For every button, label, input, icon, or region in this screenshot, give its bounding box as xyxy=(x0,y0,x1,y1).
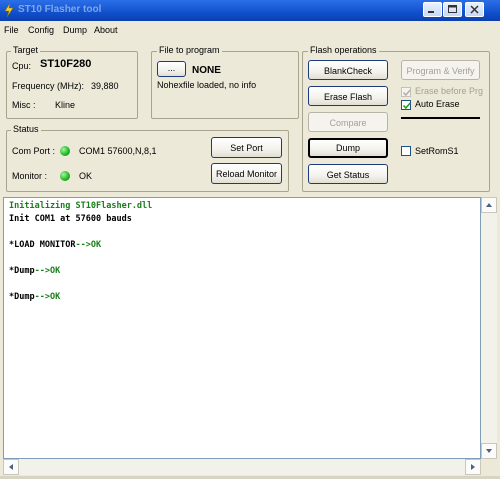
com-port-label: Com Port : xyxy=(12,146,56,156)
monitor-label: Monitor : xyxy=(12,171,48,181)
file-to-program-label: File to program xyxy=(157,45,222,55)
divider xyxy=(401,117,480,119)
checkmark-icon xyxy=(402,102,411,110)
erase-before-prg-label: Erase before Prg xyxy=(415,86,484,96)
auto-erase-label: Auto Erase xyxy=(415,99,460,109)
minimize-button[interactable] xyxy=(423,2,442,17)
status-group-label: Status xyxy=(11,124,41,134)
erase-before-prg-checkbox[interactable] xyxy=(401,87,411,97)
menu-config[interactable]: Config xyxy=(28,25,54,35)
arrow-down-icon xyxy=(486,449,492,453)
arrow-left-icon xyxy=(9,464,13,470)
reload-monitor-button[interactable]: Reload Monitor xyxy=(211,163,282,184)
target-group-label: Target xyxy=(11,45,41,55)
arrow-up-icon xyxy=(486,203,492,207)
blank-check-button[interactable]: BlankCheck xyxy=(308,60,388,80)
maximize-icon xyxy=(448,5,457,13)
window-title: ST10 Flasher tool xyxy=(18,4,102,15)
log-text: *Dump xyxy=(9,266,35,276)
minimize-icon xyxy=(428,11,434,13)
frequency-value: 39,880 xyxy=(91,81,119,91)
misc-value: Kline xyxy=(55,100,76,110)
get-status-button[interactable]: Get Status xyxy=(308,164,388,184)
file-name: NONE xyxy=(192,65,221,76)
set-rom-s1-checkbox[interactable] xyxy=(401,146,411,156)
app-icon xyxy=(4,3,14,17)
com-port-value: COM1 57600,N,8,1 xyxy=(79,146,157,156)
menu-dump[interactable]: Dump xyxy=(63,25,87,35)
close-button[interactable] xyxy=(465,2,484,17)
log-text: -->OK xyxy=(75,240,102,250)
title-bar[interactable]: ST10 Flasher tool xyxy=(0,0,500,21)
log-line: Initializing ST10Flasher.dll xyxy=(9,201,152,211)
compare-button[interactable]: Compare xyxy=(308,112,388,132)
log-text: *LOAD MONITOR xyxy=(9,240,76,250)
checkmark-icon xyxy=(402,89,411,97)
file-info: Nohexfile loaded, no info xyxy=(157,80,257,90)
com-port-status-led xyxy=(60,146,70,156)
log-text: Initializing ST10Flasher.dll xyxy=(9,201,153,211)
log-output[interactable]: Initializing ST10Flasher.dll Init COM1 a… xyxy=(3,197,481,459)
scroll-left-button[interactable] xyxy=(3,459,19,475)
cpu-value: ST10F280 xyxy=(40,58,92,70)
browse-file-button[interactable]: ... xyxy=(157,61,186,77)
scroll-up-button[interactable] xyxy=(481,197,497,213)
log-text: -->OK xyxy=(34,292,61,302)
dump-button[interactable]: Dump xyxy=(308,138,388,158)
menu-about[interactable]: About xyxy=(94,25,118,35)
program-verify-button[interactable]: Program & Verify xyxy=(401,60,480,80)
log-text: *Dump xyxy=(9,292,35,302)
vertical-scrollbar[interactable] xyxy=(481,197,497,459)
set-rom-s1-label: SetRomS1 xyxy=(415,146,459,156)
monitor-value: OK xyxy=(79,171,93,181)
log-text: -->OK xyxy=(34,266,61,276)
monitor-status-led xyxy=(60,171,70,181)
menu-bar: File Config Dump About xyxy=(0,22,500,38)
auto-erase-checkbox[interactable] xyxy=(401,100,411,110)
close-icon xyxy=(470,5,479,14)
misc-label: Misc : xyxy=(12,100,36,110)
frequency-label: Frequency (MHz): xyxy=(12,81,85,91)
arrow-right-icon xyxy=(471,464,475,470)
horizontal-scrollbar[interactable] xyxy=(3,459,481,475)
maximize-button[interactable] xyxy=(443,2,462,17)
scroll-down-button[interactable] xyxy=(481,443,497,459)
log-line: Init COM1 at 57600 bauds xyxy=(9,214,132,224)
cpu-label: Cpu: xyxy=(12,61,32,71)
set-port-button[interactable]: Set Port xyxy=(211,137,282,158)
erase-flash-button[interactable]: Erase Flash xyxy=(308,86,388,106)
log-line: *Dump-->OK xyxy=(9,266,60,276)
menu-file[interactable]: File xyxy=(4,25,19,35)
log-line: *LOAD MONITOR-->OK xyxy=(9,240,101,250)
scroll-right-button[interactable] xyxy=(465,459,481,475)
flash-operations-label: Flash operations xyxy=(308,45,379,55)
log-text: Init COM1 at 57600 bauds xyxy=(9,214,132,224)
log-line: *Dump-->OK xyxy=(9,292,60,302)
